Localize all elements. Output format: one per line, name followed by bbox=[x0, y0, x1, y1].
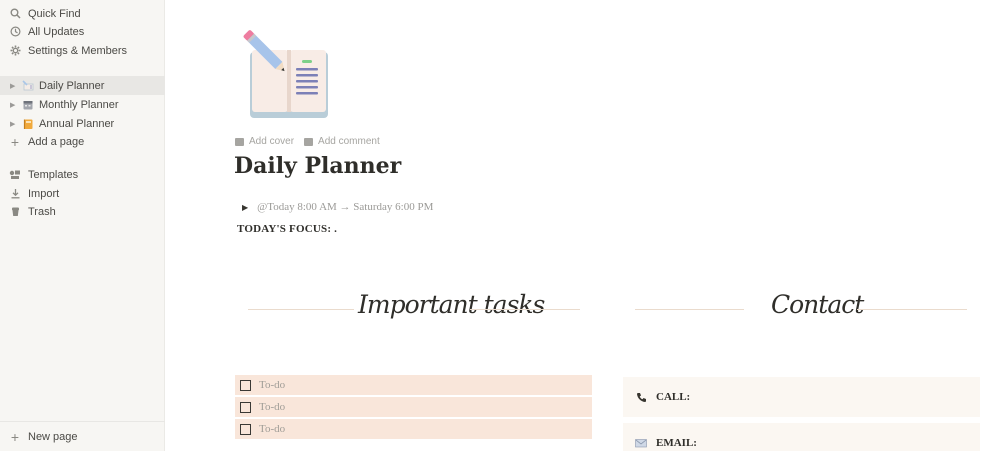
sidebar-item-label: Monthly Planner bbox=[39, 98, 119, 111]
import-label: Import bbox=[28, 187, 60, 200]
date-toggle[interactable]: ▶ @Today 8:00 AM → Saturday 6:00 PM bbox=[242, 201, 433, 213]
quick-find-label: Quick Find bbox=[28, 7, 81, 20]
sidebar-item-label: Daily Planner bbox=[39, 79, 105, 92]
email-label[interactable]: EMAIL: bbox=[656, 437, 697, 449]
templates-icon bbox=[9, 169, 21, 181]
add-comment-label: Add comment bbox=[318, 136, 380, 147]
sidebar-divider bbox=[0, 421, 165, 422]
add-page-button[interactable]: + Add a page bbox=[0, 132, 165, 151]
todo-checkbox[interactable] bbox=[240, 401, 251, 413]
divider-line bbox=[248, 309, 354, 310]
all-updates-button[interactable]: All Updates bbox=[0, 22, 165, 41]
settings-members-button[interactable]: Settings & Members bbox=[0, 41, 165, 60]
add-comment-button[interactable]: Add comment bbox=[304, 136, 380, 147]
todays-focus[interactable]: TODAY'S FOCUS: . bbox=[237, 223, 337, 235]
call-callout[interactable]: CALL: bbox=[623, 377, 980, 417]
important-tasks-heading: Important tasks bbox=[358, 290, 545, 319]
trash-button[interactable]: Trash bbox=[0, 202, 165, 221]
add-cover-label: Add cover bbox=[249, 136, 295, 147]
quick-find-button[interactable]: Quick Find bbox=[0, 4, 165, 23]
toggle-triangle-icon[interactable]: ▶ bbox=[242, 203, 248, 212]
new-page-label: New page bbox=[28, 430, 78, 443]
plus-icon: + bbox=[10, 428, 20, 445]
contact-heading: Contact bbox=[771, 290, 864, 319]
todo-item[interactable]: To-do bbox=[235, 397, 592, 417]
search-icon bbox=[9, 8, 21, 20]
image-icon bbox=[235, 137, 244, 146]
trash-label: Trash bbox=[28, 205, 56, 218]
todo-placeholder[interactable]: To-do bbox=[259, 423, 285, 435]
add-page-label: Add a page bbox=[28, 135, 85, 148]
gear-icon bbox=[9, 45, 21, 57]
sidebar-item-label: Annual Planner bbox=[39, 117, 115, 130]
todo-checkbox[interactable] bbox=[240, 423, 251, 435]
envelope-icon bbox=[635, 438, 647, 448]
call-label[interactable]: CALL: bbox=[656, 391, 690, 403]
page-meta-actions: Add cover Add comment bbox=[235, 136, 380, 147]
divider-line bbox=[857, 309, 967, 310]
plus-icon: + bbox=[10, 133, 20, 150]
page-content: Add cover Add comment Daily Planner ▶ @T… bbox=[166, 0, 1005, 451]
comment-icon bbox=[304, 137, 314, 146]
divider-line bbox=[635, 309, 744, 310]
todo-item[interactable]: To-do bbox=[235, 419, 592, 439]
date-range[interactable]: @Today 8:00 AM → Saturday 6:00 PM bbox=[257, 201, 433, 213]
todo-placeholder[interactable]: To-do bbox=[259, 379, 285, 391]
expand-triangle-icon[interactable]: ▶ bbox=[10, 82, 18, 90]
sidebar-item-daily-planner[interactable]: ▶ Daily Planner bbox=[0, 76, 165, 95]
new-page-button[interactable]: + New page bbox=[0, 427, 165, 446]
todo-checkbox[interactable] bbox=[240, 379, 251, 391]
page-title[interactable]: Daily Planner bbox=[234, 153, 401, 179]
planner-page-icon[interactable] bbox=[238, 30, 334, 126]
expand-triangle-icon[interactable]: ▶ bbox=[10, 101, 18, 109]
phone-icon bbox=[635, 392, 647, 403]
divider-line bbox=[470, 309, 580, 310]
templates-button[interactable]: Templates bbox=[0, 165, 165, 184]
add-cover-button[interactable]: Add cover bbox=[235, 136, 294, 147]
calendar-page-icon bbox=[22, 99, 34, 111]
settings-members-label: Settings & Members bbox=[28, 44, 128, 57]
todo-item[interactable]: To-do bbox=[235, 375, 592, 395]
trash-icon bbox=[9, 206, 21, 218]
sidebar: Quick Find All Updates Settings & Member… bbox=[0, 0, 165, 451]
planner-page-icon bbox=[22, 79, 34, 92]
email-callout[interactable]: EMAIL: bbox=[623, 423, 980, 451]
expand-triangle-icon[interactable]: ▶ bbox=[10, 120, 18, 128]
import-icon bbox=[9, 188, 21, 200]
import-button[interactable]: Import bbox=[0, 184, 165, 203]
sidebar-item-monthly-planner[interactable]: ▶ Monthly Planner bbox=[0, 95, 165, 114]
notebook-page-icon bbox=[22, 118, 34, 130]
all-updates-label: All Updates bbox=[28, 25, 85, 38]
sidebar-item-annual-planner[interactable]: ▶ Annual Planner bbox=[0, 114, 165, 133]
clock-icon bbox=[9, 26, 21, 38]
todo-placeholder[interactable]: To-do bbox=[259, 401, 285, 413]
templates-label: Templates bbox=[28, 168, 79, 181]
